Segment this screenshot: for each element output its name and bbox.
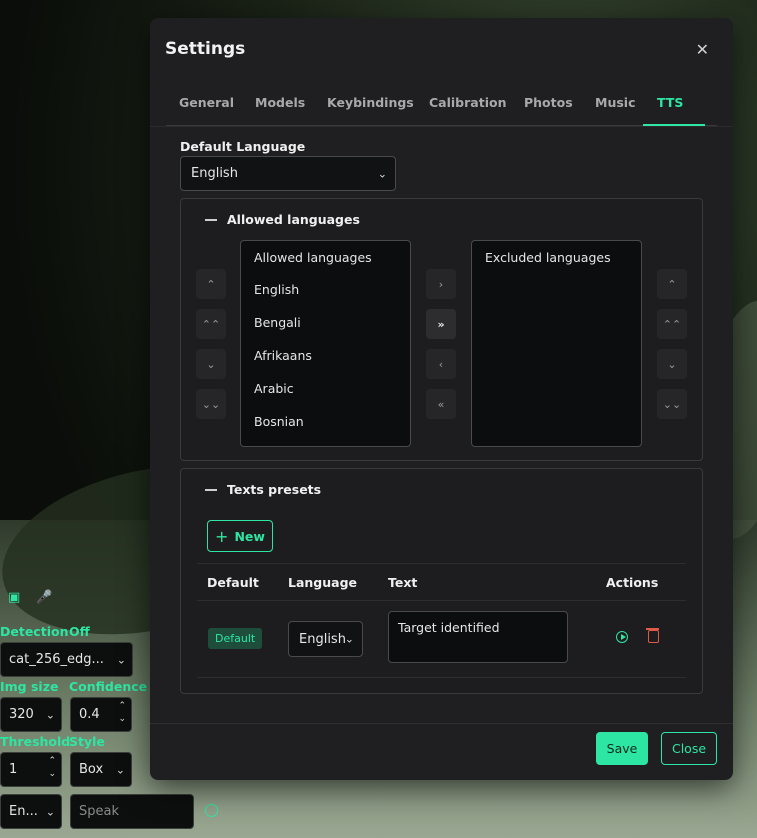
- tab-tts[interactable]: TTS: [657, 95, 683, 110]
- move-down-icon[interactable]: ⌄: [657, 349, 687, 379]
- stepper-arrows-icon[interactable]: ⌃ ⌄: [118, 700, 126, 726]
- close-button[interactable]: Close: [661, 732, 717, 765]
- settings-modal: Settings ✕ General Models Keybindings Ca…: [150, 18, 733, 780]
- list-item[interactable]: Allowed languages: [254, 250, 372, 265]
- allowed-languages-header[interactable]: Allowed languages: [205, 212, 360, 227]
- divider: [150, 126, 733, 127]
- list-item[interactable]: Bosnian: [254, 414, 304, 429]
- style-label: Style: [69, 734, 105, 749]
- divider: [197, 677, 686, 678]
- column-header-actions: Actions: [606, 575, 659, 590]
- default-language-label: Default Language: [180, 139, 306, 154]
- tab-keybindings[interactable]: Keybindings: [327, 95, 414, 110]
- speak-input-placeholder: Speak: [79, 804, 119, 819]
- default-language-select[interactable]: English ⌄: [180, 156, 396, 191]
- allowed-languages-panel: Allowed languages ⌃ ⌃⌃ ⌄ ⌄⌄ Allowed lang…: [180, 198, 703, 461]
- confidence-value: 0.4: [79, 707, 100, 722]
- divider: [197, 563, 686, 564]
- column-header-language: Language: [288, 575, 358, 590]
- new-preset-button[interactable]: + New: [207, 520, 273, 552]
- speak-play-icon[interactable]: [205, 804, 218, 817]
- chevron-down-icon: ⌄: [45, 708, 55, 721]
- threshold-stepper[interactable]: 1 ⌃ ⌄: [0, 752, 62, 787]
- preset-language-value: English: [299, 631, 346, 647]
- play-icon[interactable]: [616, 631, 628, 643]
- settings-tabs: General Models Keybindings Calibration P…: [166, 82, 717, 126]
- tab-music[interactable]: Music: [595, 95, 635, 110]
- move-bottom-icon[interactable]: ⌄⌄: [657, 389, 687, 419]
- text-presets-panel: Texts presets + New Default Language Tex…: [180, 468, 703, 694]
- move-bottom-icon[interactable]: ⌄⌄: [196, 389, 226, 419]
- img-size-select[interactable]: 320 ⌄: [0, 697, 62, 732]
- default-language-value: English: [191, 166, 238, 181]
- move-all-right-button[interactable]: »: [426, 309, 456, 339]
- style-value: Box: [79, 762, 104, 777]
- list-item[interactable]: English: [254, 282, 299, 297]
- threshold-value: 1: [9, 762, 18, 777]
- footer-divider: [150, 723, 733, 724]
- tab-general[interactable]: General: [179, 95, 234, 110]
- move-all-left-button[interactable]: «: [426, 389, 456, 419]
- detection-label: Detection: [0, 624, 69, 639]
- chevron-down-icon: ⌄: [115, 763, 125, 776]
- new-button-label: New: [234, 528, 265, 544]
- move-top-icon[interactable]: ⌃⌃: [196, 309, 226, 339]
- delete-icon[interactable]: [646, 628, 659, 643]
- tab-calibration[interactable]: Calibration: [429, 95, 506, 110]
- collapse-icon: [205, 488, 217, 491]
- plus-icon: +: [215, 526, 229, 546]
- model-select[interactable]: cat_256_edg... ⌄: [0, 642, 133, 677]
- model-select-value: cat_256_edg...: [9, 652, 104, 667]
- preset-language-select[interactable]: English ⌄: [288, 621, 363, 657]
- modal-title: Settings: [165, 39, 246, 59]
- chevron-down-icon: ⌄: [45, 805, 55, 818]
- allowed-languages-list[interactable]: Allowed languages English Bengali Afrika…: [240, 240, 411, 447]
- chevron-down-icon: ⌄: [344, 632, 354, 646]
- tab-photos[interactable]: Photos: [524, 95, 573, 110]
- preset-text-field[interactable]: Target identified: [388, 611, 568, 663]
- chevron-down-icon: ⌄: [377, 167, 387, 180]
- tab-models[interactable]: Models: [255, 95, 305, 110]
- text-presets-title: Texts presets: [227, 482, 322, 497]
- list-item[interactable]: Excluded languages: [485, 250, 611, 265]
- speak-language-select[interactable]: En... ⌄: [0, 794, 62, 829]
- list-item[interactable]: Afrikaans: [254, 348, 312, 363]
- chevron-down-icon: ⌄: [116, 653, 126, 666]
- threshold-label: Threshold: [0, 734, 71, 749]
- img-size-value: 320: [9, 707, 34, 722]
- column-header-text: Text: [388, 575, 418, 590]
- list-item[interactable]: Bengali: [254, 315, 301, 330]
- detection-state[interactable]: Off: [69, 624, 90, 639]
- style-select[interactable]: Box ⌄: [70, 752, 132, 787]
- img-size-label: Img size: [0, 679, 59, 694]
- microphone-icon[interactable]: 🎤: [36, 590, 52, 605]
- speak-input[interactable]: Speak: [70, 794, 194, 829]
- stepper-arrows-icon[interactable]: ⌃ ⌄: [48, 755, 56, 781]
- excluded-languages-list[interactable]: Excluded languages: [471, 240, 642, 447]
- text-presets-header[interactable]: Texts presets: [205, 482, 321, 497]
- column-header-default: Default: [207, 575, 259, 590]
- move-right-button[interactable]: ›: [426, 269, 456, 299]
- save-button[interactable]: Save: [596, 732, 648, 765]
- confidence-label: Confidence: [69, 679, 148, 694]
- move-top-icon[interactable]: ⌃⌃: [657, 309, 687, 339]
- collapse-icon: [205, 218, 217, 221]
- default-badge[interactable]: Default: [208, 628, 263, 649]
- move-down-icon[interactable]: ⌄: [196, 349, 226, 379]
- divider: [197, 600, 686, 601]
- list-item[interactable]: Arabic: [254, 381, 294, 396]
- close-icon[interactable]: ✕: [696, 40, 709, 59]
- move-left-button[interactable]: ‹: [426, 349, 456, 379]
- speak-language-value: En...: [9, 804, 38, 819]
- confidence-stepper[interactable]: 0.4 ⌃ ⌄: [70, 697, 132, 732]
- allowed-languages-title: Allowed languages: [227, 212, 360, 227]
- move-up-icon[interactable]: ⌃: [196, 269, 226, 299]
- camera-icon[interactable]: ▣: [8, 590, 20, 605]
- move-up-icon[interactable]: ⌃: [657, 269, 687, 299]
